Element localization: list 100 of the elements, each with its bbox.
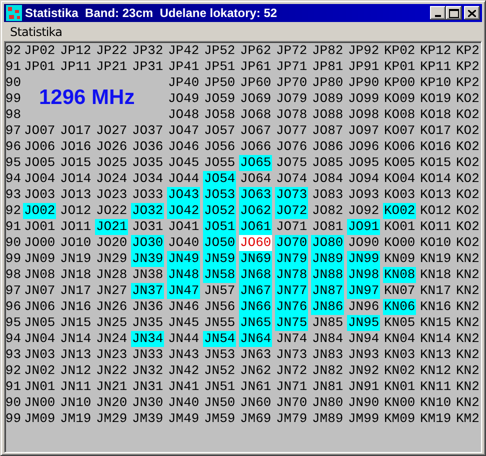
locator-cell: 90 xyxy=(5,75,22,91)
locator-cell: JN59 xyxy=(203,251,236,267)
locator-cell: KO2 xyxy=(455,203,480,219)
locator-cell: JO40 xyxy=(167,235,200,251)
locator-cell: JN93 xyxy=(347,347,380,363)
locator-cell: JN42 xyxy=(167,363,200,379)
locator-cell: JO79 xyxy=(275,91,308,107)
locator-cell: JO41 xyxy=(167,219,200,235)
locator-cell: 99 xyxy=(5,411,22,427)
locator-cell: JN53 xyxy=(203,347,236,363)
locator-cell: JO96 xyxy=(347,139,380,155)
locator-cell: JO13 xyxy=(59,187,92,203)
locator-cell: JP72 xyxy=(275,43,308,59)
locator-cell: JN65 xyxy=(239,315,272,331)
locator-cell: JO02 xyxy=(23,203,56,219)
menu-item[interactable]: Statistika xyxy=(4,24,68,38)
locator-cell: KN08 xyxy=(383,267,416,283)
locator-cell: JN34 xyxy=(131,331,164,347)
locator-cell: JM19 xyxy=(59,411,92,427)
locator-cell: JM89 xyxy=(311,411,344,427)
locator-cell: JN14 xyxy=(59,331,92,347)
locator-cell: JN80 xyxy=(311,395,344,411)
locator-cell: JN81 xyxy=(311,379,344,395)
locator-cell: JO03 xyxy=(23,187,56,203)
locator-cell: JN16 xyxy=(59,299,92,315)
locator-cell: KN2 xyxy=(455,251,480,267)
locator-cell: JO42 xyxy=(167,203,200,219)
locator-cell: JN45 xyxy=(167,315,200,331)
locator-cell: JN77 xyxy=(275,283,308,299)
locator-cell: KO03 xyxy=(383,187,416,203)
locator-cell: JO14 xyxy=(59,171,92,187)
locator-cell: JO06 xyxy=(23,139,56,155)
locator-cell: KO18 xyxy=(419,107,452,123)
locator-cell: JN96 xyxy=(347,299,380,315)
locator-cell: JO16 xyxy=(59,139,92,155)
locator-cell: JO91 xyxy=(347,219,380,235)
locator-cell: JM49 xyxy=(167,411,200,427)
locator-cell: KN14 xyxy=(419,331,452,347)
locator-cell: JN67 xyxy=(239,283,272,299)
locator-cell: JO48 xyxy=(167,107,200,123)
locator-cell: JN27 xyxy=(95,283,128,299)
close-icon xyxy=(468,10,476,16)
locator-cell: KO2 xyxy=(455,91,480,107)
locator-cell: JO44 xyxy=(167,171,200,187)
locator-cell: JO25 xyxy=(95,155,128,171)
locator-cell: JN72 xyxy=(275,363,308,379)
locator-cell: JP32 xyxy=(131,43,164,59)
locator-cell: JO92 xyxy=(347,203,380,219)
locator-cell: JO45 xyxy=(167,155,200,171)
locator-cell: 98 xyxy=(5,107,22,123)
maximize-button[interactable] xyxy=(446,6,462,20)
locator-cell: JN40 xyxy=(167,395,200,411)
locator-cell: JO72 xyxy=(275,203,308,219)
locator-cell: JN79 xyxy=(275,251,308,267)
locator-cell: KM2 xyxy=(455,411,480,427)
locator-cell: 90 xyxy=(5,235,22,251)
locator-cell: KN10 xyxy=(419,395,452,411)
locator-cell: JN03 xyxy=(23,347,56,363)
locator-cell: JN07 xyxy=(23,283,56,299)
locator-cell: JN60 xyxy=(239,395,272,411)
locator-cell: JN49 xyxy=(167,251,200,267)
locator-cell: KP00 xyxy=(383,75,416,91)
locator-cell: KO09 xyxy=(383,91,416,107)
band-label: 1296 MHz xyxy=(39,86,135,110)
locator-cell: JO76 xyxy=(275,139,308,155)
locator-cell: JN38 xyxy=(131,267,164,283)
locator-cell: KO19 xyxy=(419,91,452,107)
locator-cell: JN56 xyxy=(203,299,236,315)
locator-cell: 92 xyxy=(5,203,22,219)
locator-cell: 95 xyxy=(5,315,22,331)
locator-cell: JO85 xyxy=(311,155,344,171)
locator-cell: JO83 xyxy=(311,187,344,203)
locator-cell: KM19 xyxy=(419,411,452,427)
locator-cell: KO16 xyxy=(419,139,452,155)
locator-cell: 95 xyxy=(5,155,22,171)
locator-cell: KO2 xyxy=(455,219,480,235)
locator-cell: JO15 xyxy=(59,155,92,171)
minimize-button[interactable] xyxy=(430,6,446,20)
locator-cell: JN76 xyxy=(275,299,308,315)
locator-cell: JO66 xyxy=(239,139,272,155)
locator-cell: KO2 xyxy=(455,187,480,203)
locator-cell: KO2 xyxy=(455,107,480,123)
locator-cell: JO99 xyxy=(347,91,380,107)
close-button[interactable] xyxy=(464,6,480,20)
locator-cell: KO04 xyxy=(383,171,416,187)
locator-cell: JP91 xyxy=(347,59,380,75)
locator-cell: JO12 xyxy=(59,203,92,219)
locator-cell: JO61 xyxy=(239,219,272,235)
locator-cell: JM39 xyxy=(131,411,164,427)
locator-cell: JN28 xyxy=(95,267,128,283)
locator-cell: JO65 xyxy=(239,155,272,171)
locator-cell: JO81 xyxy=(311,219,344,235)
locator-cell: KO2 xyxy=(455,139,480,155)
locator-cell: JN70 xyxy=(275,395,308,411)
locator-cell: JN26 xyxy=(95,299,128,315)
locator-cell: JP71 xyxy=(275,59,308,75)
locator-cell: JP81 xyxy=(311,59,344,75)
locator-cell: JO05 xyxy=(23,155,56,171)
locator-cell: 90 xyxy=(5,395,22,411)
locator-cell: KP11 xyxy=(419,59,452,75)
